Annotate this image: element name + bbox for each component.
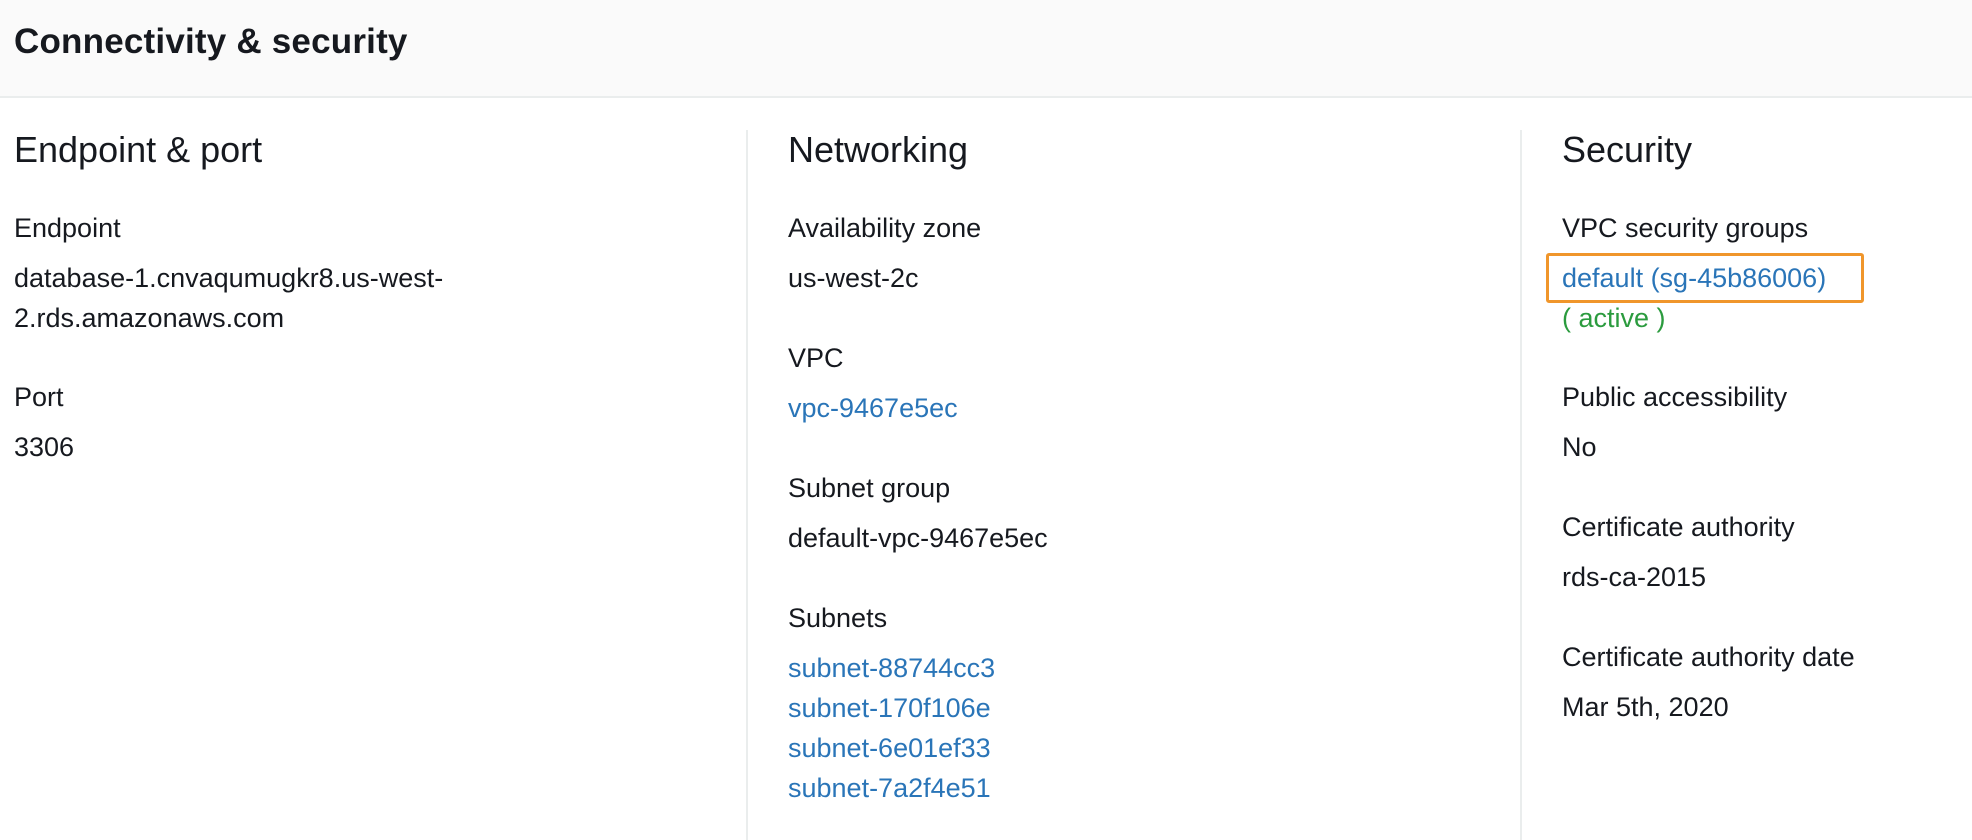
subnet-link[interactable]: subnet-7a2f4e51 bbox=[788, 768, 991, 808]
subnet-group-label: Subnet group bbox=[788, 473, 951, 503]
subnet-link[interactable]: subnet-6e01ef33 bbox=[788, 728, 991, 768]
section-header: Connectivity & security bbox=[0, 0, 1972, 98]
vpc-label: VPC bbox=[788, 343, 844, 373]
subnets-label: Subnets bbox=[788, 603, 888, 633]
availability-zone-label: Availability zone bbox=[788, 213, 982, 243]
certificate-authority-date-value: Mar 5th, 2020 bbox=[1562, 692, 1729, 722]
endpoint-value-line1: database-1.cnvaqumugkr8.us-west- bbox=[14, 263, 444, 293]
certificate-authority-date-label: Certificate authority date bbox=[1562, 642, 1855, 672]
subnet-link[interactable]: subnet-88744cc3 bbox=[788, 648, 995, 688]
certificate-authority-value: rds-ca-2015 bbox=[1562, 562, 1707, 592]
security-heading: Security bbox=[1562, 129, 1693, 170]
endpoint-label: Endpoint bbox=[14, 213, 121, 243]
security-group-link[interactable]: default (sg-45b86006) bbox=[1562, 258, 1826, 298]
port-label: Port bbox=[14, 382, 64, 412]
column-divider bbox=[746, 130, 748, 840]
vpc-security-groups-label: VPC security groups bbox=[1562, 213, 1809, 243]
networking-heading: Networking bbox=[788, 129, 969, 170]
public-accessibility-label: Public accessibility bbox=[1562, 382, 1788, 412]
certificate-authority-label: Certificate authority bbox=[1562, 512, 1795, 542]
port-value: 3306 bbox=[14, 432, 75, 462]
public-accessibility-value: No bbox=[1562, 432, 1597, 462]
security-group-status: ( active ) bbox=[1562, 303, 1666, 333]
vpc-link[interactable]: vpc-9467e5ec bbox=[788, 388, 958, 428]
details-columns: Endpoint & port Endpoint database-1.cnva… bbox=[0, 98, 1972, 840]
section-title: Connectivity & security bbox=[14, 22, 408, 61]
column-divider bbox=[1520, 130, 1522, 840]
endpoint-value-line2: 2.rds.amazonaws.com bbox=[14, 303, 285, 333]
availability-zone-value: us-west-2c bbox=[788, 263, 919, 293]
endpoint-port-heading: Endpoint & port bbox=[14, 129, 263, 170]
subnet-link[interactable]: subnet-170f106e bbox=[788, 688, 991, 728]
subnet-group-value: default-vpc-9467e5ec bbox=[788, 523, 1048, 553]
